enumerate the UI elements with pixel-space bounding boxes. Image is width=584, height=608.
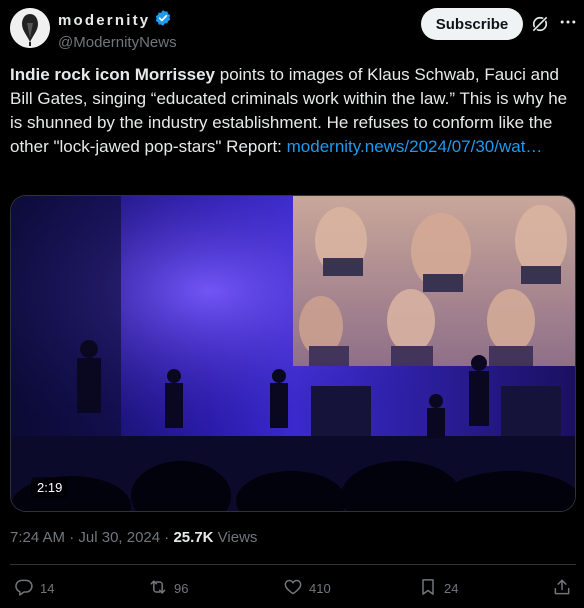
bookmark-count: 24 xyxy=(444,581,459,596)
heart-icon xyxy=(283,577,303,600)
account-name-block[interactable]: modernity @ModernityNews xyxy=(58,9,177,51)
handle[interactable]: @ModernityNews xyxy=(58,34,177,51)
tweet-header: modernity @ModernityNews Subscribe xyxy=(10,6,578,51)
reply-count: 14 xyxy=(40,581,55,596)
reply-button[interactable]: 14 xyxy=(14,577,54,600)
bookmark-button[interactable]: 24 xyxy=(418,577,458,600)
views-label: Views xyxy=(217,529,258,546)
subscribe-button[interactable]: Subscribe xyxy=(421,8,523,40)
more-icon[interactable] xyxy=(558,12,578,32)
action-bar: 14 96 410 24 xyxy=(10,577,576,601)
display-name-text: modernity xyxy=(58,11,151,29)
views-count: 25.7K xyxy=(173,529,214,546)
repost-button[interactable]: 96 xyxy=(148,577,188,600)
bookmark-icon xyxy=(418,577,438,600)
article-link[interactable]: modernity.news/2024/07/30/wat… xyxy=(287,137,543,156)
reply-icon xyxy=(14,577,34,600)
avatar[interactable] xyxy=(10,8,50,48)
verified-badge-icon xyxy=(154,9,172,31)
grok-icon[interactable] xyxy=(530,14,550,34)
tweet-date[interactable]: Jul 30, 2024 xyxy=(78,529,160,546)
divider xyxy=(10,564,576,565)
tweet-time[interactable]: 7:24 AM xyxy=(10,529,65,546)
like-count: 410 xyxy=(309,581,331,596)
like-button[interactable]: 410 xyxy=(283,577,331,600)
meta-separator: · xyxy=(65,529,79,546)
repost-icon xyxy=(148,577,168,600)
display-name[interactable]: modernity xyxy=(58,9,177,31)
repost-count: 96 xyxy=(174,581,189,596)
share-icon xyxy=(552,577,572,600)
tweet-text: Indie rock icon Morrissey points to imag… xyxy=(10,63,576,159)
video-duration: 2:19 xyxy=(31,477,69,498)
tweet-meta: 7:24 AM · Jul 30, 2024 · 25.7K Views xyxy=(10,529,257,546)
share-button[interactable] xyxy=(552,577,572,600)
tweet-bold-lead: Indie rock icon Morrissey xyxy=(10,65,216,84)
concert-video-frame xyxy=(11,196,575,511)
meta-separator: · xyxy=(160,529,174,546)
video-player[interactable]: 2:19 xyxy=(10,195,576,512)
